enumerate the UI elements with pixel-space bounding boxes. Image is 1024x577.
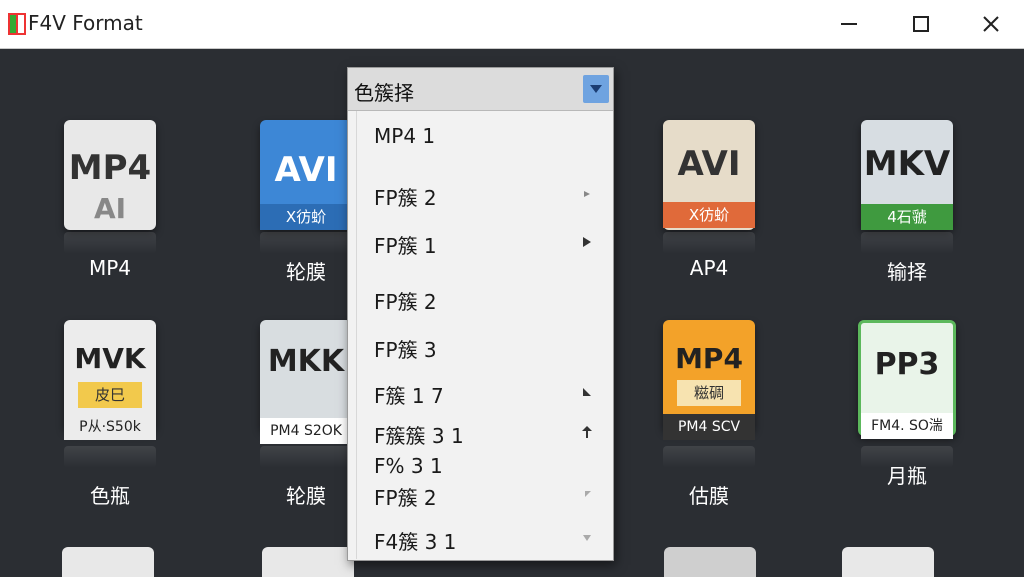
menu-item-label: F4簇 3 1 <box>374 530 457 554</box>
menu-item[interactable]: F簇 1 7 <box>358 374 608 410</box>
tile-format-label: AVI <box>677 144 741 184</box>
tile-band: PM4 S2OK <box>260 418 352 444</box>
menu-item[interactable]: FP簇 2 <box>358 280 608 316</box>
format-tile-mp4[interactable]: MP4 AI MP4 <box>45 120 175 320</box>
tile-band: 4石虢 <box>861 204 953 230</box>
window-title: F4V Format <box>28 11 143 35</box>
format-tile-partial[interactable] <box>664 547 756 577</box>
tile-band: P从·S50k <box>64 414 156 440</box>
menu-item-label: FP簇 2 <box>374 486 437 510</box>
menu-item[interactable]: FP簇 2 <box>358 476 608 512</box>
mkv-file-icon: MKV 4石虢 <box>861 120 953 230</box>
format-tile-partial[interactable] <box>62 547 154 577</box>
chevron-down-icon <box>590 85 602 93</box>
submenu-arrow-icon <box>584 191 590 197</box>
dropdown-selected-value: 色簇择 <box>354 81 414 105</box>
tile-format-label: MP4 <box>675 342 743 375</box>
up-arrow-icon <box>582 426 592 438</box>
tile-reflection <box>663 446 755 468</box>
menu-divider <box>356 111 357 559</box>
format-tile-avi-landscape[interactable]: AVI X彷蚧 AP4 <box>644 120 774 320</box>
dropdown-toggle-button[interactable] <box>583 75 609 103</box>
menu-item-label: MP4 1 <box>374 124 436 148</box>
tile-reflection <box>64 232 156 254</box>
menu-item[interactable]: FP簇 1 <box>358 224 608 260</box>
tile-format-label: PP3 <box>874 347 940 382</box>
menu-item-label: F% 3 1 <box>374 454 443 478</box>
tile-reflection <box>861 232 953 254</box>
tile-reflection <box>260 446 352 468</box>
menu-item-label: F簇 1 7 <box>374 384 444 408</box>
mp4-file-icon: MP4 AI <box>64 120 156 230</box>
mkk-file-icon: MKK PM4 S2OK <box>260 320 352 444</box>
tile-badge: 糍碉 <box>676 380 742 406</box>
avi-landscape-file-icon: AVI X彷蚧 <box>663 120 755 230</box>
tile-band: X彷蚧 <box>663 202 755 228</box>
dropdown-header[interactable]: 色簇择 <box>348 68 613 111</box>
pp3-file-icon: PP3 FM4. SO湍 <box>858 320 956 439</box>
close-icon <box>983 16 999 32</box>
menu-item-label: FP簇 2 <box>374 290 437 314</box>
format-tile-partial[interactable] <box>842 547 934 577</box>
avi-file-icon: AVI X彷蚧 <box>260 120 352 230</box>
menu-item[interactable]: FP簇 3 <box>358 328 608 364</box>
tile-caption: 估膜 <box>689 484 729 508</box>
tile-caption: 色瓶 <box>90 484 130 508</box>
tile-format-label: MVK <box>74 342 146 375</box>
menu-item-label: FP簇 1 <box>374 234 437 258</box>
menu-item[interactable]: F簇簇 3 1 <box>358 414 608 450</box>
close-button[interactable] <box>968 6 1014 42</box>
chevron-down-icon <box>583 535 591 541</box>
menu-item[interactable]: F4簇 3 1 <box>358 520 608 556</box>
app-icon <box>8 13 26 35</box>
menu-item[interactable]: FP簇 2 <box>358 176 608 212</box>
menu-item[interactable]: MP4 1 <box>358 118 608 154</box>
tile-reflection <box>663 232 755 254</box>
tile-caption: MP4 <box>88 256 132 280</box>
menu-item-label: FP簇 3 <box>374 338 437 362</box>
tile-badge: 皮巳 <box>77 382 143 408</box>
tile-band: X彷蚧 <box>260 204 352 230</box>
submenu-arrow-icon <box>583 388 591 396</box>
tile-band: FM4. SO湍 <box>861 413 953 439</box>
format-tile-mp4-orange[interactable]: MP4 糍碉 PM4 SCV 估膜 <box>644 320 774 520</box>
tile-sub-label: AI <box>93 192 127 225</box>
minimize-icon <box>841 23 857 25</box>
mvk-file-icon: MVK 皮巳 P从·S50k <box>64 320 156 440</box>
maximize-button[interactable] <box>898 6 944 42</box>
format-tile-partial[interactable] <box>262 547 354 577</box>
tile-format-label: MKK <box>267 344 345 379</box>
format-tile-mkv[interactable]: MKV 4石虢 输择 <box>842 120 972 320</box>
mp4-orange-file-icon: MP4 糍碉 PM4 SCV <box>663 320 755 440</box>
tile-format-label: MP4 <box>68 148 152 188</box>
tile-caption: 输择 <box>887 260 927 284</box>
minimize-button[interactable] <box>826 6 872 42</box>
format-tile-mvk[interactable]: MVK 皮巳 P从·S50k 色瓶 <box>45 320 175 520</box>
diagonal-arrow-icon <box>585 491 591 497</box>
tile-band: PM4 SCV <box>663 414 755 440</box>
title-bar: F4V Format <box>0 0 1024 49</box>
tile-format-label: AVI <box>274 150 338 190</box>
tile-caption: AP4 <box>689 256 729 280</box>
tile-format-label: MKV <box>863 144 951 184</box>
format-tile-pp3[interactable]: PP3 FM4. SO湍 月瓶 <box>842 320 972 520</box>
menu-item-label: F簇簇 3 1 <box>374 424 464 448</box>
submenu-arrow-icon <box>583 237 591 247</box>
tile-reflection <box>260 232 352 254</box>
maximize-icon <box>913 16 929 32</box>
menu-item-label: FP簇 2 <box>374 186 437 210</box>
tile-caption: 月瓶 <box>887 464 927 488</box>
tile-reflection <box>64 446 156 468</box>
format-dropdown-menu[interactable]: 色簇择 MP4 1 FP簇 2 FP簇 1 FP簇 2 FP簇 3 F簇 1 7… <box>347 67 614 561</box>
